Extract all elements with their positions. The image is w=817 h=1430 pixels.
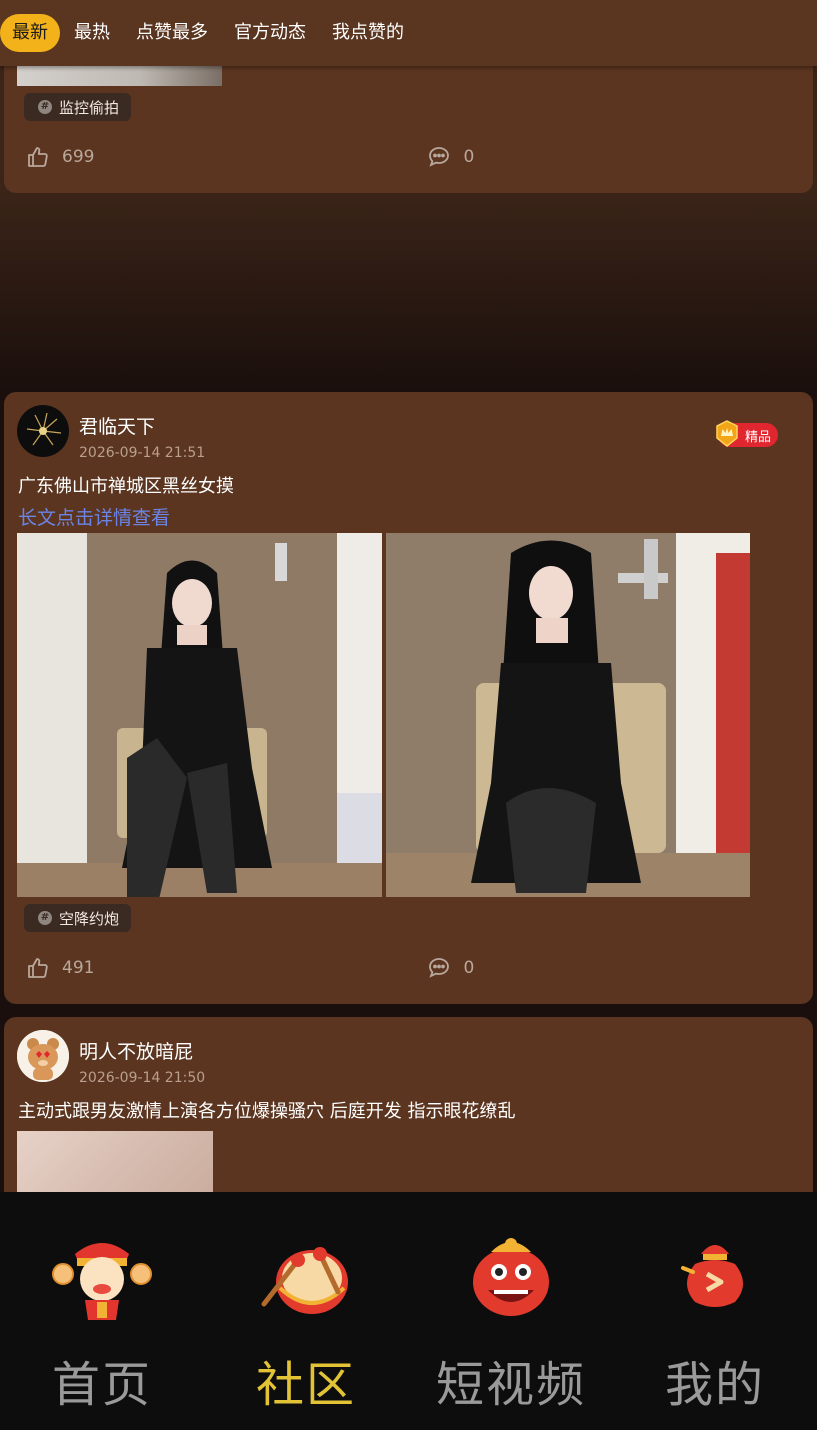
topic-tag-label: 空降约炮 <box>59 909 120 928</box>
thumbs-up-icon <box>28 147 48 167</box>
featured-badge-label: 精品 <box>744 429 771 445</box>
post-content[interactable]: 主动式跟男友激情上演各方位爆操骚穴 后庭开发 指示眼花缭乱 <box>18 1097 515 1123</box>
topic-tag[interactable]: # 空降约炮 <box>24 904 132 932</box>
bottom-nav: 首页 社区 短视频 我的 <box>0 1192 817 1430</box>
read-more-link[interactable]: 长文点击详情查看 <box>18 503 170 530</box>
post-time: 2026-09-14 21:50 <box>79 1070 206 1086</box>
post-actions: 699 0 <box>26 145 474 169</box>
like-button[interactable]: 491 <box>26 956 94 980</box>
post-image[interactable] <box>386 533 750 897</box>
hash-icon: # <box>38 100 52 114</box>
post-actions: 491 0 <box>26 956 474 980</box>
hash-icon: # <box>38 911 52 925</box>
featured-badge: 精品 <box>716 420 778 447</box>
post-content[interactable]: 广东佛山市禅城区黑丝女摸 <box>18 472 234 498</box>
avatar[interactable] <box>17 405 69 457</box>
tab-latest[interactable]: 最新 <box>0 14 60 52</box>
nav-community-label: 社区 <box>255 1357 356 1413</box>
lucky-bag-icon <box>681 1245 743 1307</box>
comment-icon <box>429 147 450 167</box>
username[interactable]: 君临天下 <box>79 412 155 439</box>
tab-most-liked[interactable]: 点赞最多 <box>136 14 208 52</box>
nav-short-video-label: 短视频 <box>435 1357 586 1413</box>
lion-dance-icon <box>473 1238 549 1316</box>
tab-hottest[interactable]: 最热 <box>74 14 110 52</box>
avatar[interactable] <box>17 1030 69 1082</box>
post-image[interactable] <box>17 66 222 86</box>
nav-home-label: 首页 <box>51 1357 152 1413</box>
drum-icon <box>261 1247 348 1314</box>
nav-home[interactable]: 首页 <box>0 1192 204 1430</box>
post-card[interactable]: 君临天下 2026-09-14 21:51 精品 广东佛山市禅城区黑丝女摸 长文… <box>4 392 813 1004</box>
thumbs-up-icon <box>28 958 48 978</box>
comment-icon <box>429 958 450 978</box>
crown-icon <box>716 420 738 447</box>
comment-count: 0 <box>463 958 475 978</box>
post-time: 2026-09-14 21:51 <box>79 445 206 461</box>
like-count: 491 <box>62 958 95 978</box>
post-image[interactable] <box>17 533 382 897</box>
topic-tag[interactable]: # 监控偷拍 <box>24 93 132 121</box>
comment-button[interactable]: 0 <box>427 956 474 980</box>
tab-official[interactable]: 官方动态 <box>234 14 306 52</box>
comment-button[interactable]: 0 <box>427 145 474 169</box>
topic-tag-label: 监控偷拍 <box>59 98 120 117</box>
like-count: 699 <box>62 147 95 167</box>
fortune-god-icon <box>52 1243 152 1320</box>
nav-mine[interactable]: 我的 <box>613 1192 817 1430</box>
tab-my-liked[interactable]: 我点赞的 <box>332 14 404 52</box>
nav-community[interactable]: 社区 <box>204 1192 408 1430</box>
comment-count: 0 <box>463 147 475 167</box>
nav-mine-label: 我的 <box>664 1357 765 1413</box>
post-card[interactable]: 明人不放暗屁 2026-09-14 21:50 主动式跟男友激情上演各方位爆操骚… <box>4 1017 813 1207</box>
nav-short-video[interactable]: 短视频 <box>409 1192 613 1430</box>
filter-tab-bar: 最新 最热 点赞最多 官方动态 我点赞的 <box>0 0 817 66</box>
like-button[interactable]: 699 <box>26 145 94 169</box>
username[interactable]: 明人不放暗屁 <box>79 1037 193 1064</box>
